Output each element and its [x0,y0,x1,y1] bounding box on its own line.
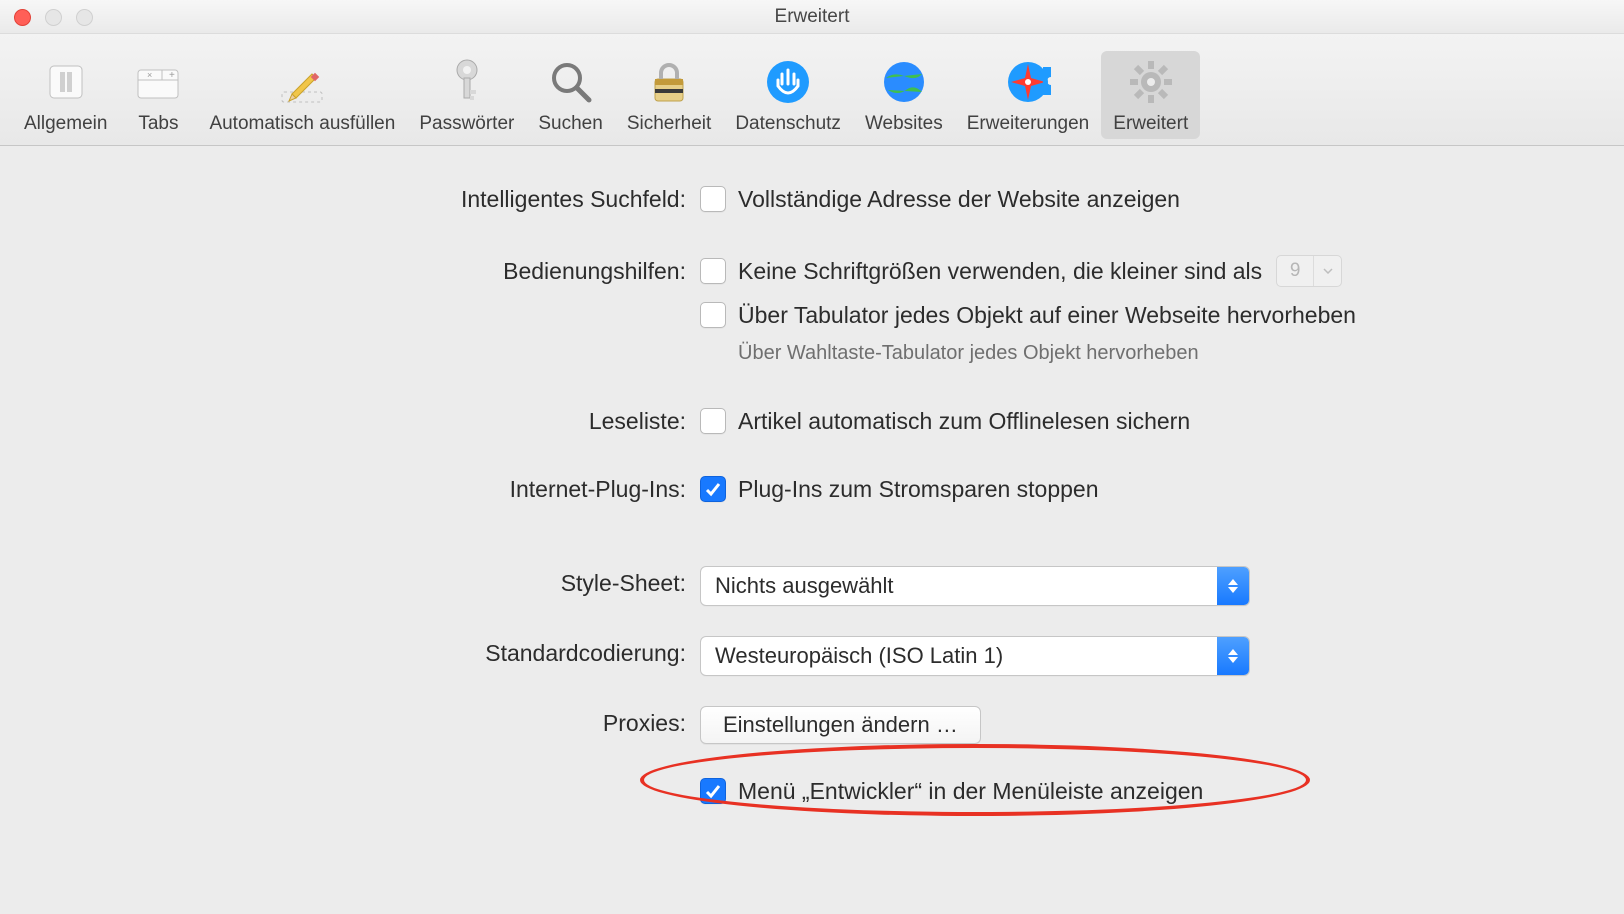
preferences-toolbar: Allgemein ×+ Tabs Automatisch ausfüllen … [0,34,1624,146]
proxies-label: Proxies: [0,706,700,740]
tab-label: Erweiterungen [967,113,1090,135]
globe-icon [877,55,931,109]
show-develop-menu-checkbox[interactable] [700,778,726,804]
tab-label: Sicherheit [627,113,712,135]
tab-privacy[interactable]: Datenschutz [723,51,853,139]
tab-highlight-checkbox[interactable] [700,302,726,328]
svg-text:+: + [169,70,175,81]
gear-icon [1124,55,1178,109]
tab-label: Allgemein [24,113,107,135]
show-full-address-text: Vollständige Adresse der Website anzeige… [738,182,1180,216]
tabs-icon: ×+ [131,55,185,109]
smart-search-label: Intelligentes Suchfeld: [0,182,700,216]
min-font-size-stepper[interactable]: 9 [1276,255,1342,287]
tab-search[interactable]: Suchen [526,51,614,139]
tab-label: Erweitert [1113,113,1188,135]
min-font-size-text: Keine Schriftgrößen verwenden, die klein… [738,254,1262,288]
offline-reading-text: Artikel automatisch zum Offlinelesen sic… [738,404,1190,438]
proxies-change-settings-button[interactable]: Einstellungen ändern … [700,706,981,744]
plugins-label: Internet-Plug-Ins: [0,472,700,506]
plugins-powersave-checkbox[interactable] [700,476,726,502]
tab-passwords[interactable]: Passwörter [407,51,526,139]
show-full-address-checkbox[interactable] [700,186,726,212]
plugins-powersave-text: Plug-Ins zum Stromsparen stoppen [738,472,1099,506]
minimize-window-button[interactable] [45,9,62,26]
privacy-hand-icon [761,55,815,109]
tab-highlight-text: Über Tabulator jedes Objekt auf einer We… [738,298,1356,332]
chevron-down-icon [1313,256,1341,286]
stylesheet-label: Style-Sheet: [0,566,700,600]
tab-tabs[interactable]: ×+ Tabs [119,51,197,139]
puzzle-icon [1001,55,1055,109]
select-arrows-icon [1217,637,1249,675]
encoding-value: Westeuropäisch (ISO Latin 1) [701,639,1217,673]
magnifier-icon [544,55,598,109]
offline-reading-checkbox[interactable] [700,408,726,434]
encoding-label: Standardcodierung: [0,636,700,670]
select-arrows-icon [1217,567,1249,605]
tab-label: Passwörter [419,113,514,135]
close-window-button[interactable] [14,9,31,26]
titlebar: Erweitert [0,0,1624,34]
window-title: Erweitert [775,6,850,28]
proxies-button-text: Einstellungen ändern … [723,708,958,742]
pencil-icon [275,55,329,109]
tab-highlight-hint: Über Wahltaste-Tabulator jedes Objekt he… [738,336,1199,370]
tab-label: Websites [865,113,943,135]
tab-general[interactable]: Allgemein [12,51,119,139]
show-develop-menu-text: Menü „Entwickler“ in der Menüleiste anze… [738,774,1203,808]
svg-text:×: × [147,70,152,80]
key-icon [440,55,494,109]
window-controls [14,0,93,34]
stylesheet-value: Nichts ausgewählt [701,569,1217,603]
tab-autofill[interactable]: Automatisch ausfüllen [197,51,407,139]
accessibility-label: Bedienungshilfen: [0,254,700,288]
tab-websites[interactable]: Websites [853,51,955,139]
tab-label: Automatisch ausfüllen [209,113,395,135]
tab-label: Tabs [138,113,178,135]
tab-advanced[interactable]: Erweitert [1101,51,1200,139]
min-font-size-checkbox[interactable] [700,258,726,284]
tab-label: Suchen [538,113,602,135]
tab-label: Datenschutz [735,113,841,135]
tab-security[interactable]: Sicherheit [615,51,724,139]
encoding-select[interactable]: Westeuropäisch (ISO Latin 1) [700,636,1250,676]
tab-extensions[interactable]: Erweiterungen [955,51,1102,139]
min-font-size-value: 9 [1277,255,1313,287]
padlock-icon [642,55,696,109]
zoom-window-button[interactable] [76,9,93,26]
advanced-pane: Intelligentes Suchfeld: Vollständige Adr… [0,146,1624,914]
switch-icon [39,55,93,109]
stylesheet-select[interactable]: Nichts ausgewählt [700,566,1250,606]
reading-list-label: Leseliste: [0,404,700,438]
